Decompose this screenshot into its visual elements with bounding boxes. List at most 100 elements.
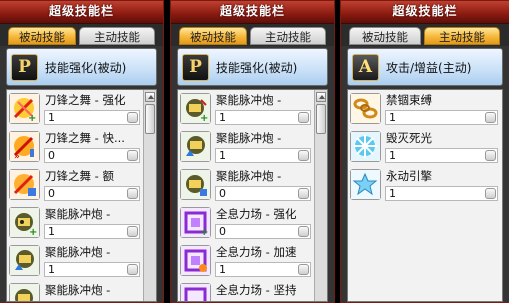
tab-bar: 被动技能 主动技能: [341, 24, 509, 46]
skill-panel-1: 超级技能栏 被动技能 主动技能 P 技能强化(被动) + 刀锋之舞 - 强化 1…: [0, 0, 164, 303]
tab-bar: 被动技能 主动技能: [0, 24, 163, 46]
svg-text:+: +: [28, 113, 36, 123]
category-title: 技能强化(被动): [45, 61, 127, 75]
skill-level-select[interactable]: 1: [385, 110, 498, 125]
skill-level-value: 1: [389, 149, 396, 162]
hologram-field-icon: [180, 283, 211, 301]
dropdown-arrow-icon[interactable]: [127, 112, 138, 123]
dropdown-arrow-icon[interactable]: [127, 150, 138, 161]
blade-dance-icon: +: [9, 93, 40, 124]
skill-name: 全息力场 - 加速: [216, 245, 297, 259]
skill-row[interactable]: 全息力场 - 坚持: [179, 280, 313, 301]
skill-row[interactable]: 毁灭死光 1: [349, 128, 500, 166]
skill-level-value: 1: [389, 187, 396, 200]
skill-row[interactable]: 禁锢束缚 1: [349, 90, 500, 128]
skill-row[interactable]: + 聚能脉冲炮 - 1: [8, 204, 142, 242]
skill-row[interactable]: 聚能脉冲炮 - 0: [179, 166, 313, 204]
scroll-up-icon[interactable]: [316, 92, 326, 102]
skill-level-value: 1: [219, 111, 226, 124]
tab-passive[interactable]: 被动技能: [349, 27, 421, 45]
skill-name: 聚能脉冲炮 -: [45, 207, 111, 221]
svg-text:+: +: [200, 113, 208, 123]
skill-name: 刀锋之舞 - 额: [45, 169, 114, 183]
skill-level-value: 1: [219, 263, 226, 276]
dropdown-arrow-icon[interactable]: [127, 264, 138, 275]
skill-level-select[interactable]: 0: [44, 148, 140, 163]
blade-dance-speed-icon: »: [9, 131, 40, 162]
pulse-cannon-up-icon: [180, 131, 211, 162]
dropdown-arrow-icon[interactable]: [298, 112, 309, 123]
skill-name: 全息力场 - 坚持: [216, 283, 297, 297]
skill-row[interactable]: » 刀锋之舞 - 快... 0: [8, 128, 142, 166]
pulse-cannon-up-icon: [9, 245, 40, 276]
skill-level-select[interactable]: 0: [215, 186, 311, 201]
skill-level-select[interactable]: 1: [44, 262, 140, 277]
panel-title-bar[interactable]: 超级技能栏: [341, 1, 509, 24]
skill-row[interactable]: 聚能脉冲炮 - 1: [179, 128, 313, 166]
skill-level-select[interactable]: 1: [215, 110, 311, 125]
skill-name: 聚能脉冲炮 -: [216, 169, 282, 183]
tab-passive[interactable]: 被动技能: [179, 27, 247, 45]
category-header: P 技能强化(被动): [6, 48, 157, 86]
skill-row[interactable]: + 刀锋之舞 - 强化 1: [8, 90, 142, 128]
panel-title: 超级技能栏: [392, 4, 458, 18]
scrollbar[interactable]: [143, 90, 156, 301]
dropdown-arrow-icon[interactable]: [298, 226, 309, 237]
skill-level-select[interactable]: 1: [44, 224, 140, 239]
scroll-up-icon[interactable]: [145, 92, 155, 102]
dropdown-arrow-icon[interactable]: [127, 226, 138, 237]
skill-name: 刀锋之舞 - 快...: [45, 131, 125, 145]
scrollbar[interactable]: [314, 90, 327, 301]
skill-level-select[interactable]: 1: [44, 110, 140, 125]
dropdown-arrow-icon[interactable]: [298, 264, 309, 275]
skill-level-select[interactable]: 1: [215, 148, 311, 163]
dropdown-arrow-icon[interactable]: [298, 188, 309, 199]
skill-level-select[interactable]: 1: [385, 148, 498, 163]
category-title: 攻击/增益(主动): [386, 61, 472, 75]
skill-panel-3: 超级技能栏 被动技能 主动技能 A 攻击/增益(主动) 禁锢束缚 1 毁灭死光 …: [340, 0, 509, 303]
skill-row[interactable]: 聚能脉冲炮 -: [8, 280, 142, 301]
tab-active[interactable]: 主动技能: [250, 27, 326, 45]
category-title: 技能强化(被动): [216, 61, 298, 75]
dropdown-arrow-icon[interactable]: [485, 188, 496, 199]
skill-level-select[interactable]: 1: [215, 262, 311, 277]
skill-list: 禁锢束缚 1 毁灭死光 1 永动引擎 1: [347, 89, 503, 302]
tab-active[interactable]: 主动技能: [424, 27, 500, 45]
pulse-cannon-icon: +: [9, 207, 40, 238]
panel-title-bar[interactable]: 超级技能栏: [171, 1, 334, 24]
skill-level-select[interactable]: 0: [215, 224, 311, 239]
skill-row[interactable]: + 聚能脉冲炮 - 1: [179, 90, 313, 128]
doom-ray-icon: [350, 131, 381, 162]
passive-badge-icon: P: [182, 54, 209, 81]
skill-row[interactable]: 聚能脉冲炮 - 1: [8, 242, 142, 280]
dropdown-arrow-icon[interactable]: [127, 188, 138, 199]
skill-level-value: 0: [219, 187, 226, 200]
skill-level-select[interactable]: 1: [385, 186, 498, 201]
skill-row[interactable]: 永动引擎 1: [349, 166, 500, 204]
skill-row[interactable]: 刀锋之舞 - 额 0: [8, 166, 142, 204]
panel-title-bar[interactable]: 超级技能栏: [0, 1, 163, 24]
skill-level-value: 0: [219, 225, 226, 238]
scroll-thumb[interactable]: [145, 104, 155, 134]
category-header: A 攻击/增益(主动): [347, 48, 503, 86]
skill-row[interactable]: + 全息力场 - 强化 0: [179, 204, 313, 242]
skill-level-select[interactable]: 0: [44, 186, 140, 201]
pulse-cannon-icon: +: [180, 93, 211, 124]
skill-name: 禁锢束缚: [386, 93, 432, 107]
skill-row[interactable]: 全息力场 - 加速 1: [179, 242, 313, 280]
panel-title: 超级技能栏: [219, 4, 285, 18]
blade-dance-extra-icon: [9, 169, 40, 200]
tab-passive[interactable]: 被动技能: [8, 27, 76, 45]
dropdown-arrow-icon[interactable]: [485, 150, 496, 161]
skill-level-value: 1: [219, 149, 226, 162]
category-header: P 技能强化(被动): [177, 48, 328, 86]
pulse-cannon-icon: [180, 169, 211, 200]
skill-name: 毁灭死光: [386, 131, 432, 145]
tab-active[interactable]: 主动技能: [79, 27, 155, 45]
binding-chain-icon: [350, 93, 381, 124]
dropdown-arrow-icon[interactable]: [298, 150, 309, 161]
scroll-thumb[interactable]: [316, 104, 326, 134]
skill-list: + 聚能脉冲炮 - 1 聚能脉冲炮 - 1 聚能脉冲炮 - 0 + 全息力场 -…: [177, 89, 328, 302]
dropdown-arrow-icon[interactable]: [485, 112, 496, 123]
skill-panel-2: 超级技能栏 被动技能 主动技能 P 技能强化(被动) + 聚能脉冲炮 - 1 聚…: [170, 0, 335, 303]
